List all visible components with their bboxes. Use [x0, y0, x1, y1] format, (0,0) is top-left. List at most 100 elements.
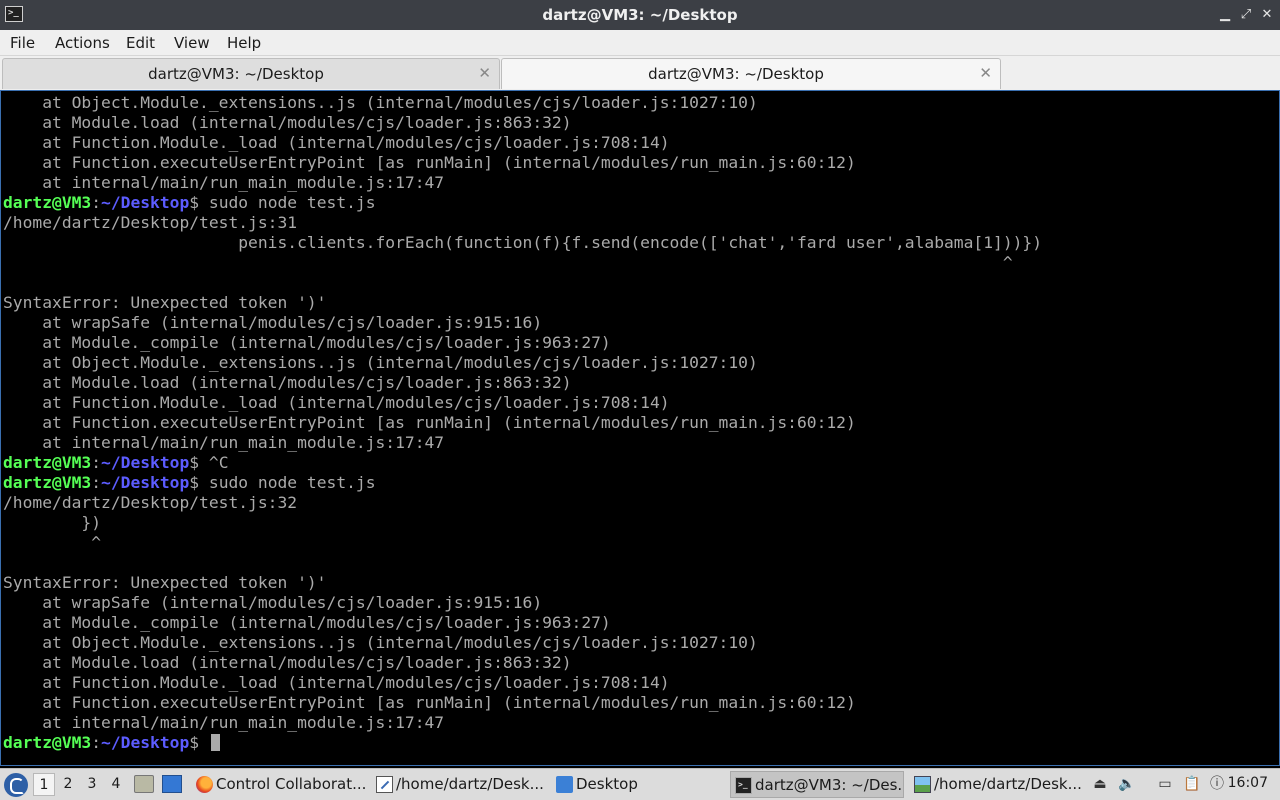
- output-line: /home/dartz/Desktop/test.js:31: [3, 213, 1042, 233]
- task-label: dartz@VM3: ~/Des...: [755, 776, 904, 794]
- output-line: at internal/main/run_main_module.js:17:4…: [3, 713, 1042, 733]
- output-line: at Function.executeUserEntryPoint [as ru…: [3, 693, 1042, 713]
- task-firefox[interactable]: Control Collaborat...: [192, 771, 368, 798]
- prompt-separator: :: [91, 193, 102, 212]
- volume-icon[interactable]: 🔈: [1117, 774, 1137, 794]
- clock[interactable]: 16:07: [1228, 775, 1268, 791]
- workspace-1[interactable]: 1: [33, 773, 55, 796]
- output-line: at wrapSafe (internal/modules/cjs/loader…: [3, 593, 1042, 613]
- prompt-path: ~/Desktop: [101, 733, 190, 752]
- command-text: sudo node test.js: [208, 473, 376, 492]
- task-text-editor[interactable]: /home/dartz/Desk...: [372, 771, 548, 798]
- output-text: ^: [3, 533, 102, 552]
- show-desktop-icon[interactable]: [162, 775, 182, 793]
- minimize-button[interactable]: ▁: [1217, 7, 1233, 23]
- task-terminal[interactable]: >_ dartz@VM3: ~/Des...: [730, 771, 904, 798]
- tab-label: dartz@VM3: ~/Desktop: [648, 65, 824, 83]
- workspace-2[interactable]: 2: [57, 773, 79, 796]
- output-text: at Function.Module._load (internal/modul…: [3, 673, 670, 692]
- output-text: at Module.load (internal/modules/cjs/loa…: [3, 113, 572, 132]
- folder-icon: [556, 776, 573, 793]
- output-line: SyntaxError: Unexpected token ')': [3, 573, 1042, 593]
- prompt-symbol: $: [189, 733, 209, 752]
- output-line: at Function.Module._load (internal/modul…: [3, 393, 1042, 413]
- menu-view[interactable]: View: [174, 34, 210, 52]
- menu-help[interactable]: Help: [227, 34, 261, 52]
- prompt-separator: :: [91, 473, 102, 492]
- prompt-separator: :: [91, 453, 102, 472]
- output-text: SyntaxError: Unexpected token ')': [3, 573, 327, 592]
- task-label: /home/dartz/Desk...: [934, 775, 1082, 793]
- text-cursor: [210, 734, 220, 751]
- prompt-user: dartz@VM3: [3, 193, 92, 212]
- terminal-icon: >_: [735, 777, 752, 794]
- output-text: at Object.Module._extensions..js (intern…: [3, 633, 758, 652]
- menu-edit[interactable]: Edit: [126, 34, 155, 52]
- task-file-manager[interactable]: Desktop: [552, 771, 728, 798]
- start-menu-icon[interactable]: [4, 773, 28, 797]
- terminal-output: at Object.Module._extensions..js (intern…: [3, 93, 1042, 753]
- menu-bar: File Actions Edit View Help: [0, 30, 1280, 56]
- prompt-line: dartz@VM3:~/Desktop$ ^C: [3, 453, 1042, 473]
- menu-actions[interactable]: Actions: [55, 34, 110, 52]
- file-manager-icon[interactable]: [134, 775, 154, 793]
- output-line: at Function.Module._load (internal/modul…: [3, 673, 1042, 693]
- prompt-separator: :: [91, 733, 102, 752]
- output-text: at Function.executeUserEntryPoint [as ru…: [3, 413, 856, 432]
- eject-icon[interactable]: ⏏: [1090, 774, 1110, 794]
- firefox-icon: [196, 776, 213, 793]
- prompt-symbol: $: [189, 453, 209, 472]
- output-text: /home/dartz/Desktop/test.js:31: [3, 213, 298, 232]
- output-line: ^: [3, 253, 1042, 273]
- prompt-path: ~/Desktop: [101, 473, 190, 492]
- output-line: at Module.load (internal/modules/cjs/loa…: [3, 373, 1042, 393]
- network-icon[interactable]: ▭: [1155, 774, 1175, 794]
- window-titlebar[interactable]: >_ dartz@VM3: ~/Desktop ▁ ⤢ ✕: [0, 0, 1280, 30]
- output-line: at Object.Module._extensions..js (intern…: [3, 93, 1042, 113]
- prompt-user: dartz@VM3: [3, 473, 92, 492]
- output-line: at Module.load (internal/modules/cjs/loa…: [3, 113, 1042, 133]
- output-line: at Function.executeUserEntryPoint [as ru…: [3, 413, 1042, 433]
- prompt-line: dartz@VM3:~/Desktop$: [3, 733, 1042, 753]
- output-text: at internal/main/run_main_module.js:17:4…: [3, 433, 445, 452]
- task-image-viewer[interactable]: /home/dartz/Desk...: [910, 771, 1086, 798]
- text-editor-icon: [376, 776, 393, 793]
- output-text: at Module.load (internal/modules/cjs/loa…: [3, 653, 572, 672]
- close-button[interactable]: ✕: [1259, 7, 1275, 23]
- tab-label: dartz@VM3: ~/Desktop: [148, 65, 324, 83]
- menu-file[interactable]: File: [10, 34, 35, 52]
- output-text: at Module.load (internal/modules/cjs/loa…: [3, 373, 572, 392]
- output-line: }): [3, 513, 1042, 533]
- output-line: at Object.Module._extensions..js (intern…: [3, 633, 1042, 653]
- workspace-4[interactable]: 4: [105, 773, 127, 796]
- output-line: at Function.Module._load (internal/modul…: [3, 133, 1042, 153]
- output-text: ^: [3, 253, 1013, 272]
- output-text: at wrapSafe (internal/modules/cjs/loader…: [3, 593, 543, 612]
- output-line: at Module._compile (internal/modules/cjs…: [3, 613, 1042, 633]
- tab-terminal-2[interactable]: dartz@VM3: ~/Desktop ✕: [501, 58, 1001, 89]
- output-text: at wrapSafe (internal/modules/cjs/loader…: [3, 313, 543, 332]
- output-line: at Module._compile (internal/modules/cjs…: [3, 333, 1042, 353]
- tab-bar: dartz@VM3: ~/Desktop ✕ dartz@VM3: ~/Desk…: [0, 56, 1280, 90]
- close-tab-icon[interactable]: ✕: [979, 64, 992, 82]
- prompt-line: dartz@VM3:~/Desktop$ sudo node test.js: [3, 193, 1042, 213]
- prompt-line: dartz@VM3:~/Desktop$ sudo node test.js: [3, 473, 1042, 493]
- command-text: ^C: [208, 453, 229, 472]
- output-line: at wrapSafe (internal/modules/cjs/loader…: [3, 313, 1042, 333]
- update-notifier-icon[interactable]: ⓘ: [1207, 774, 1227, 794]
- close-tab-icon[interactable]: ✕: [478, 64, 491, 82]
- maximize-button[interactable]: ⤢: [1238, 7, 1254, 23]
- prompt-user: dartz@VM3: [3, 453, 92, 472]
- terminal-view[interactable]: at Object.Module._extensions..js (intern…: [0, 90, 1280, 766]
- output-text: at Object.Module._extensions..js (intern…: [3, 353, 758, 372]
- workspace-3[interactable]: 3: [81, 773, 103, 796]
- output-text: SyntaxError: Unexpected token ')': [3, 293, 327, 312]
- tab-terminal-1[interactable]: dartz@VM3: ~/Desktop ✕: [2, 58, 500, 89]
- output-line: at Object.Module._extensions..js (intern…: [3, 353, 1042, 373]
- output-text: /home/dartz/Desktop/test.js:32: [3, 493, 298, 512]
- output-text: at internal/main/run_main_module.js:17:4…: [3, 173, 445, 192]
- clipboard-icon[interactable]: 📋: [1182, 774, 1202, 794]
- output-line: SyntaxError: Unexpected token ')': [3, 293, 1042, 313]
- output-line: ^: [3, 533, 1042, 553]
